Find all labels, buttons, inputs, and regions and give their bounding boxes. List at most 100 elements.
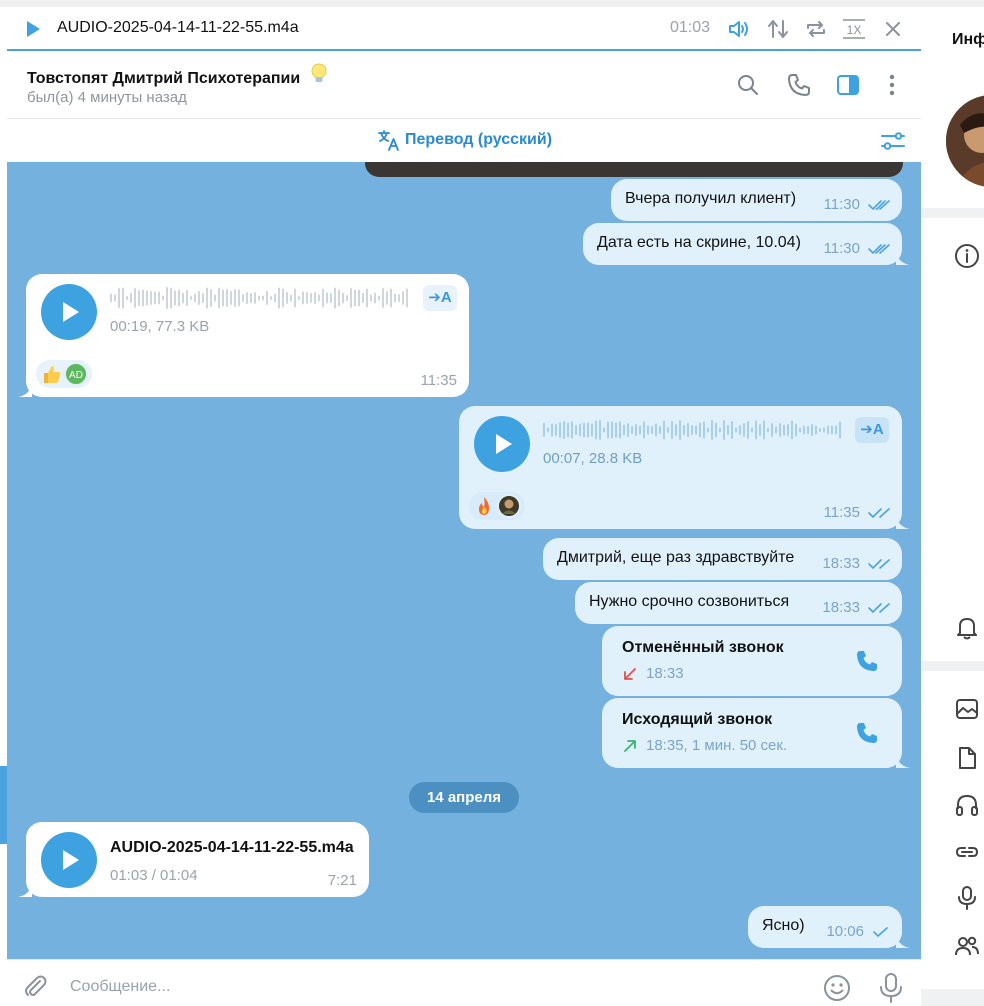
voice-play-button[interactable] — [41, 284, 97, 340]
message-bubble[interactable]: Дмитрий, еще раз здравствуйте 18:33 — [543, 538, 902, 580]
waveform-bar — [274, 293, 276, 303]
transcribe-button[interactable]: ➔A — [855, 417, 889, 443]
translate-settings-icon[interactable] — [880, 129, 906, 153]
call-back-icon[interactable] — [854, 648, 880, 674]
voice-play-button[interactable] — [474, 416, 530, 472]
waveform-bar — [715, 422, 717, 438]
bell-icon[interactable] — [954, 614, 980, 640]
file-icon[interactable] — [954, 745, 980, 771]
chat-header[interactable]: Товстопят Дмитрий Психотерапии был(а) 4 … — [7, 51, 921, 119]
fire-icon — [479, 497, 489, 515]
waveform-bar — [547, 427, 549, 433]
chat-messages[interactable]: Вчера получил клиент) 11:30 Дата есть на… — [7, 162, 921, 959]
microphone-icon[interactable] — [877, 972, 905, 1004]
waveform-bar — [134, 288, 136, 308]
chat-title[interactable]: Товстопят Дмитрий Психотерапии — [27, 63, 329, 88]
speed-icon[interactable]: 1X — [841, 17, 867, 41]
waveform-bar — [663, 420, 665, 440]
message-bubble[interactable]: Нужно срочно созвониться 18:33 — [575, 582, 902, 624]
waveform-bar — [775, 426, 777, 434]
call-message[interactable]: Отменённый звонок 18:33 — [602, 626, 902, 696]
more-icon[interactable] — [879, 72, 905, 98]
message-bubble[interactable]: Вчера получил клиент) 11:30 — [611, 179, 902, 221]
double-check-icon — [868, 558, 890, 569]
voice-waveform[interactable] — [110, 286, 410, 310]
waveform-bar — [154, 291, 156, 305]
audio-file-name[interactable]: AUDIO-2025-04-14-11-22-55.m4a — [110, 839, 354, 857]
message-time: 11:35 — [420, 372, 457, 389]
search-icon[interactable] — [735, 72, 761, 98]
play-icon — [63, 302, 79, 322]
waveform-bar — [130, 293, 132, 303]
waveform-bar — [595, 420, 597, 440]
volume-icon[interactable] — [727, 17, 751, 41]
waveform-bar — [615, 422, 617, 438]
waveform-bar — [763, 420, 765, 440]
waveform-bar — [382, 288, 384, 308]
double-check-icon — [868, 507, 890, 518]
waveform-bar — [374, 292, 376, 304]
message-meta: 11:35 — [824, 504, 890, 521]
window-top-strip — [0, 0, 984, 7]
player-filename[interactable]: AUDIO-2025-04-14-11-22-55.m4a — [57, 19, 299, 37]
waveform-bar — [559, 422, 561, 438]
message-meta: 11:30 — [824, 240, 890, 257]
order-icon[interactable] — [766, 17, 790, 41]
waveform-bar — [735, 427, 737, 433]
voice-waveform[interactable] — [543, 418, 843, 442]
photo-message-bottom[interactable] — [365, 162, 903, 177]
message-bubble[interactable]: Дата есть на скрине, 10.04) 11:30 — [583, 223, 910, 265]
date-divider: 14 апреля — [409, 782, 519, 813]
message-text: Нужно срочно созвониться — [589, 593, 790, 610]
voice-icon[interactable] — [954, 885, 980, 911]
waveform-bar — [246, 292, 248, 304]
bubble-tail — [896, 251, 910, 265]
photo-icon[interactable] — [954, 696, 980, 722]
profile-avatar[interactable] — [946, 95, 984, 187]
translate-button[interactable]: Перевод (русский) — [377, 128, 552, 152]
waveform-bar — [282, 288, 284, 308]
waveform-bar — [727, 425, 729, 435]
call-back-icon[interactable] — [854, 720, 880, 746]
attach-icon[interactable] — [21, 972, 49, 1000]
lightbulb-icon — [311, 63, 327, 82]
waveform-bar — [230, 291, 232, 305]
call-message[interactable]: Исходящий звонок 18:35, 1 мин. 50 сек. — [602, 698, 910, 768]
waveform-bar — [571, 421, 573, 439]
phone-icon[interactable] — [786, 72, 812, 98]
headphones-icon[interactable] — [954, 792, 980, 818]
message-text: Дата есть на скрине, 10.04) — [597, 234, 801, 251]
waveform-bar — [839, 421, 841, 439]
emoji-icon[interactable] — [822, 973, 852, 1003]
bubble-tail — [896, 934, 910, 948]
sidebar-toggle-icon[interactable] — [835, 72, 861, 98]
waveform-bar — [811, 424, 813, 436]
play-icon[interactable] — [24, 20, 42, 38]
transcribe-button[interactable]: ➔A — [423, 285, 457, 311]
message-bubble[interactable]: Ясно) 10:06 — [748, 906, 910, 948]
close-icon[interactable] — [881, 17, 905, 41]
voice-message-incoming[interactable]: ➔A 00:19, 77.3 KB AD 11:35 — [18, 274, 469, 397]
waveform-bar — [158, 291, 160, 305]
waveform-bar — [815, 425, 817, 435]
reactions[interactable]: AD — [36, 360, 92, 388]
info-card-details — [921, 218, 984, 661]
waveform-bar — [759, 424, 761, 436]
message-time: 18:33 — [822, 599, 860, 616]
message-input[interactable]: Сообщение... — [70, 978, 170, 996]
reactions[interactable] — [469, 492, 525, 520]
message-text: Ясно) — [762, 917, 805, 934]
audio-file-message[interactable]: AUDIO-2025-04-14-11-22-55.m4a 01:03 / 01… — [18, 822, 369, 897]
waveform-bar — [691, 425, 693, 435]
message-composer: Сообщение... — [7, 959, 921, 1006]
audio-play-button[interactable] — [41, 832, 97, 888]
link-icon[interactable] — [954, 839, 980, 865]
call-time: 18:33 — [646, 665, 684, 682]
repeat-icon[interactable] — [804, 17, 828, 41]
waveform-bar — [126, 296, 128, 300]
voice-message-outgoing[interactable]: ➔A 00:07, 28.8 KB 11:35 — [459, 406, 910, 529]
waveform-bar — [122, 287, 124, 309]
waveform-bar — [278, 287, 280, 309]
group-icon[interactable] — [954, 933, 980, 959]
info-icon — [955, 244, 979, 268]
